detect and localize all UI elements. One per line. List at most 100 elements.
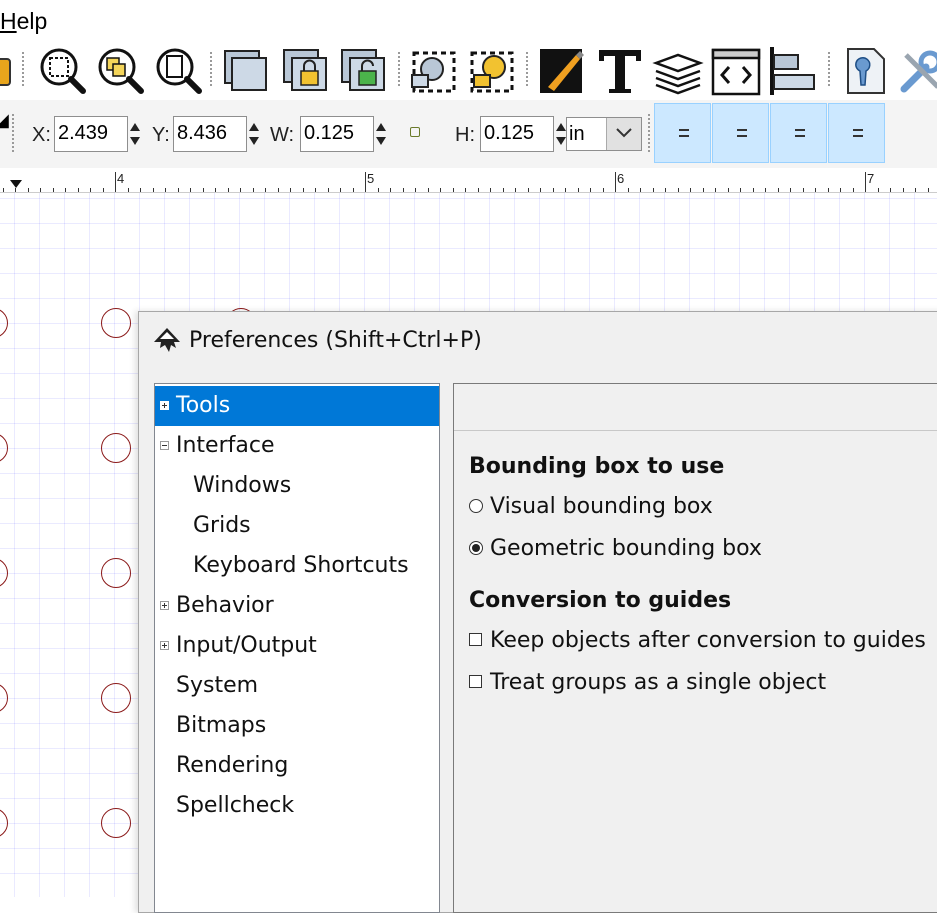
h-input[interactable]: [481, 117, 552, 149]
circle-object[interactable]: [101, 683, 131, 713]
lock-ratio-icon[interactable]: [410, 127, 420, 137]
y-input[interactable]: [174, 117, 245, 149]
h-spinbox[interactable]: [480, 116, 566, 152]
ruler-tick: [478, 188, 479, 192]
x-spin-arrows[interactable]: [129, 117, 141, 153]
preferences-button[interactable]: [896, 45, 937, 97]
circle-object[interactable]: [0, 558, 8, 588]
y-spinbox[interactable]: [173, 116, 259, 152]
circle-object[interactable]: [101, 808, 131, 838]
transform-stroke-toggle[interactable]: [654, 103, 711, 163]
ungroup-button[interactable]: [466, 45, 518, 97]
visual-bbox-radio[interactable]: [469, 499, 483, 513]
treat-groups-checkbox[interactable]: [469, 675, 482, 688]
controls-separator: [648, 114, 650, 154]
tree-item-spellcheck[interactable]: Spellcheck: [155, 786, 439, 826]
tree-item-keyboard-shortcuts[interactable]: Keyboard Shortcuts: [155, 546, 439, 586]
ruler-tick: [78, 188, 79, 192]
align-distribute-button[interactable]: [768, 45, 820, 97]
ruler-tick: [278, 188, 279, 192]
circle-object[interactable]: [0, 308, 8, 338]
unit-dropdown[interactable]: in: [566, 117, 642, 151]
ruler-major-tick: [365, 172, 366, 192]
circle-object[interactable]: [0, 433, 8, 463]
spin-up-icon[interactable]: [249, 123, 259, 131]
document-properties-icon: [847, 48, 885, 94]
preferences-tree[interactable]: Tools Interface Windows Grids Keyboard Short…: [154, 383, 440, 913]
expand-icon[interactable]: [160, 601, 169, 610]
text-font-button[interactable]: [594, 45, 646, 97]
guides-heading: Conversion to guides: [469, 588, 732, 613]
layers-icon: [652, 53, 704, 95]
horizontal-ruler[interactable]: 4 5 6 7: [0, 168, 937, 193]
unlink-clone-button[interactable]: [338, 45, 390, 97]
layers-button[interactable]: [652, 45, 704, 97]
w-spinbox[interactable]: [300, 116, 386, 152]
ruler-tick: [740, 188, 741, 192]
spin-down-icon[interactable]: [376, 137, 386, 145]
keep-objects-checkbox[interactable]: [469, 633, 482, 646]
spin-up-icon[interactable]: [556, 123, 566, 131]
tree-item-system[interactable]: System: [155, 666, 439, 706]
fill-stroke-icon: [540, 49, 584, 93]
tree-item-behavior[interactable]: Behavior: [155, 586, 439, 626]
ruler-label: 6: [617, 171, 625, 186]
circle-object[interactable]: [101, 558, 131, 588]
ruler-tick: [265, 188, 266, 192]
spin-down-icon[interactable]: [249, 137, 259, 145]
zoom-page-button[interactable]: [152, 45, 204, 97]
ruler-tick: [178, 188, 179, 192]
spin-down-icon[interactable]: [130, 137, 140, 145]
fill-stroke-button[interactable]: [536, 45, 588, 97]
ruler-tick: [678, 188, 679, 192]
w-input[interactable]: [301, 117, 372, 149]
transform-gradient-toggle[interactable]: [770, 103, 827, 163]
menu-help[interactable]: Help: [0, 8, 47, 35]
import-button[interactable]: [0, 45, 18, 97]
w-spin-arrows[interactable]: [375, 117, 387, 153]
ruler-tick: [190, 188, 191, 192]
y-spin-arrows[interactable]: [248, 117, 260, 153]
spin-up-icon[interactable]: [376, 123, 386, 131]
ruler-marker-icon: [10, 180, 22, 188]
circle-object[interactable]: [101, 308, 131, 338]
collapse-icon[interactable]: [160, 441, 169, 450]
x-input[interactable]: [55, 117, 126, 149]
transform-gradient-icon: [795, 129, 805, 137]
spin-up-icon[interactable]: [130, 123, 140, 131]
duplicate-button[interactable]: [220, 45, 272, 97]
zoom-selection-button[interactable]: [36, 45, 88, 97]
tree-item-windows[interactable]: Windows: [155, 466, 439, 506]
clone-button[interactable]: [280, 45, 332, 97]
expand-icon[interactable]: [160, 401, 169, 410]
tree-item-input-output[interactable]: Input/Output: [155, 626, 439, 666]
ruler-label: 5: [367, 171, 375, 186]
ruler-tick: [503, 188, 504, 192]
xml-editor-button[interactable]: [710, 45, 762, 97]
geometric-bbox-radio[interactable]: [469, 541, 483, 555]
ruler-tick: [490, 188, 491, 192]
tree-item-bitmaps[interactable]: Bitmaps: [155, 706, 439, 746]
expand-icon[interactable]: [160, 641, 169, 650]
transform-pattern-toggle[interactable]: [828, 103, 885, 163]
tree-item-grids[interactable]: Grids: [155, 506, 439, 546]
ruler-tick: [528, 188, 529, 192]
tree-item-tools[interactable]: Tools: [155, 386, 439, 426]
document-properties-button[interactable]: [838, 45, 890, 97]
tree-item-interface[interactable]: Interface: [155, 426, 439, 466]
ruler-major-tick: [615, 172, 616, 192]
ruler-tick: [40, 188, 41, 192]
circle-object[interactable]: [0, 683, 8, 713]
spin-down-icon[interactable]: [556, 137, 566, 145]
tree-item-rendering[interactable]: Rendering: [155, 746, 439, 786]
x-spinbox[interactable]: [54, 116, 140, 152]
unit-dropdown-button[interactable]: [606, 118, 641, 150]
w-label: W:: [270, 124, 295, 146]
preferences-panel: Bounding box to use Visual bounding box …: [453, 383, 937, 913]
circle-object[interactable]: [101, 433, 131, 463]
transform-corners-toggle[interactable]: [712, 103, 769, 163]
zoom-drawing-button[interactable]: [94, 45, 146, 97]
group-button[interactable]: [408, 45, 460, 97]
tree-item-label: Tools: [176, 393, 231, 418]
circle-object[interactable]: [0, 808, 8, 838]
